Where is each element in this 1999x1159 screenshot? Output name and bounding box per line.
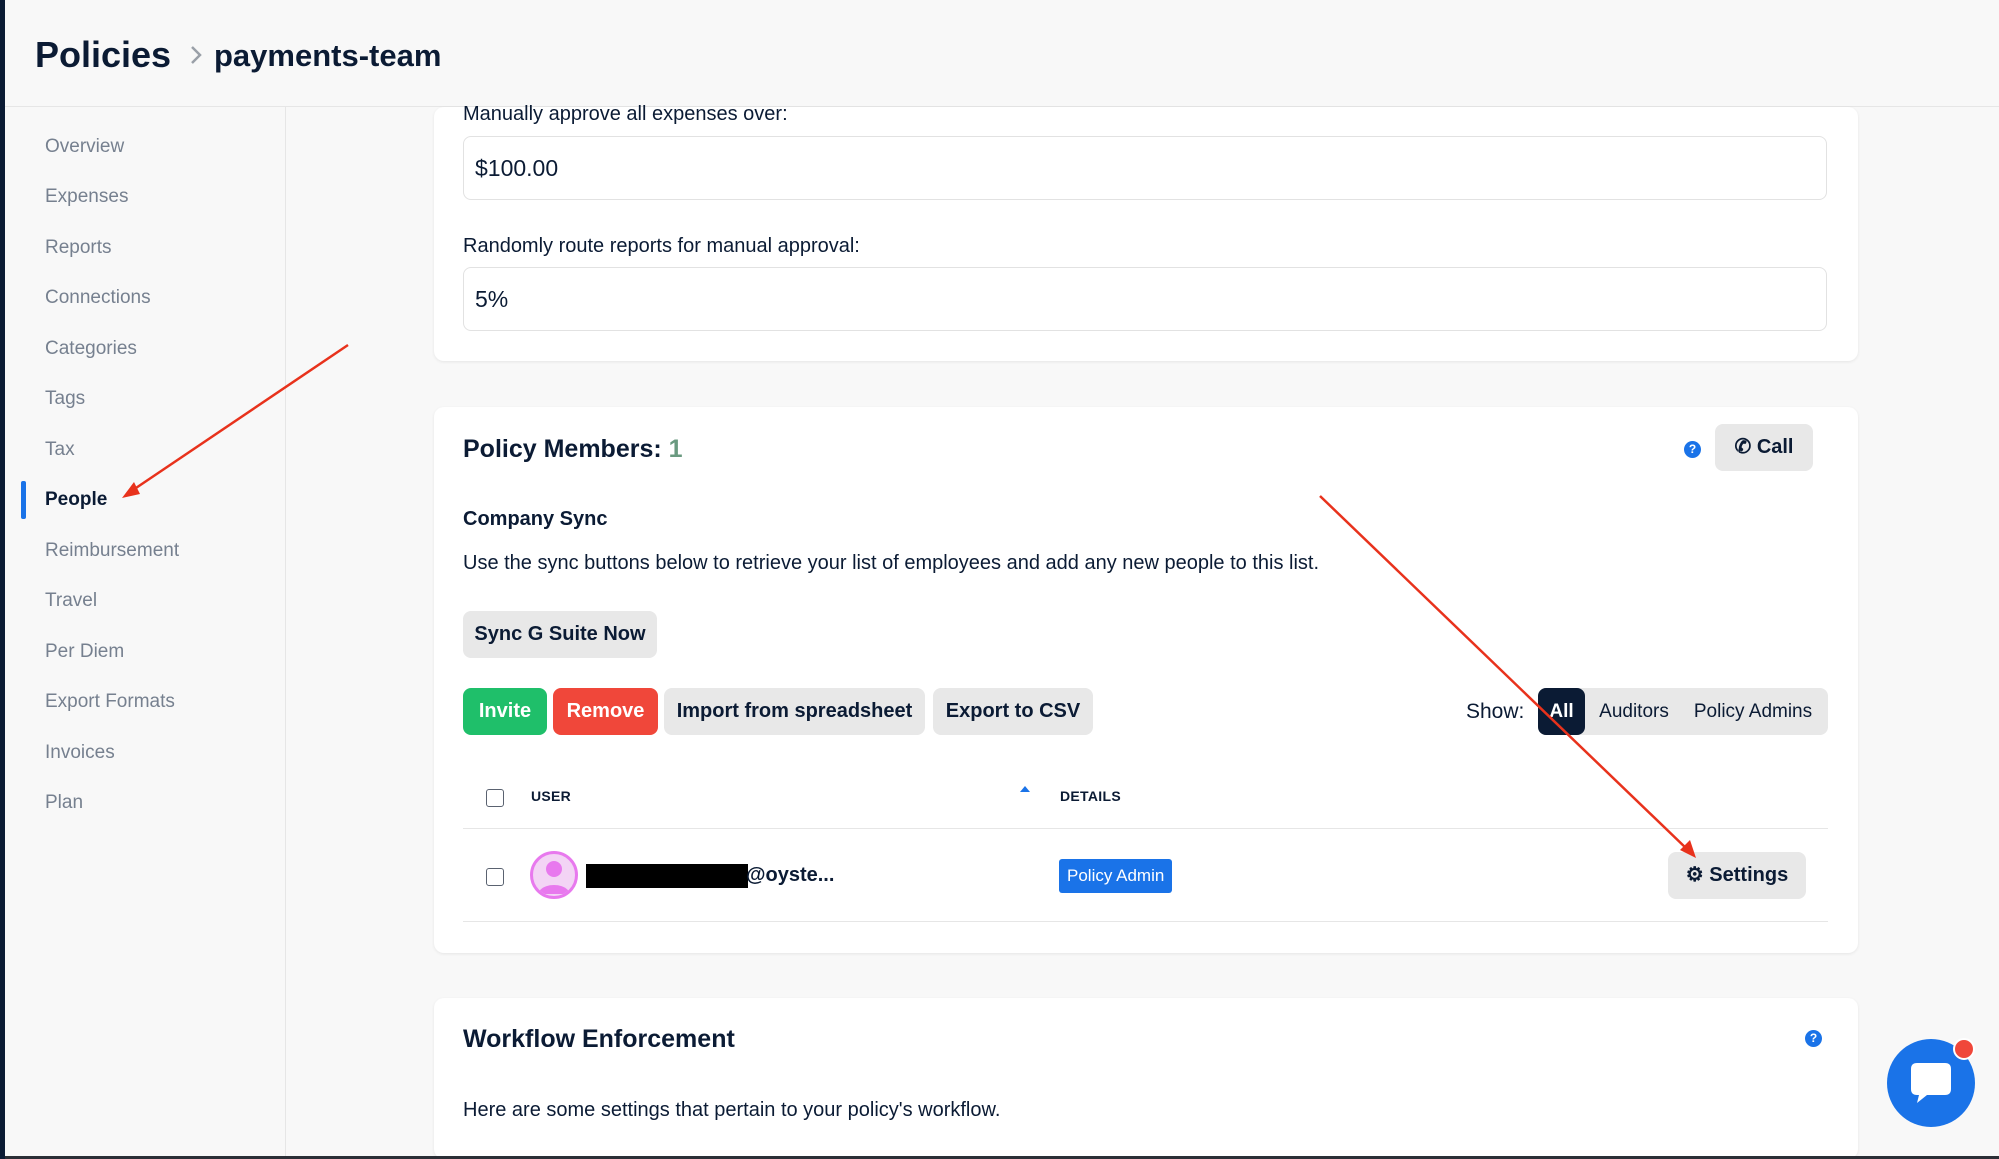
row-select-checkbox[interactable] (486, 868, 504, 886)
company-sync-title: Company Sync (463, 508, 608, 530)
export-csv-button[interactable]: Export to CSV (933, 688, 1093, 735)
remove-button[interactable]: Remove (553, 688, 658, 735)
role-badge: Policy Admin (1059, 859, 1173, 893)
filter-auditors[interactable]: Auditors (1590, 688, 1678, 735)
call-button[interactable]: ✆ Call (1715, 424, 1813, 471)
sidebar-item-tags[interactable]: Tags (45, 388, 85, 410)
policy-members-count: 1 (668, 435, 683, 463)
sidebar-item-overview[interactable]: Overview (45, 136, 124, 158)
sidebar (5, 107, 286, 1159)
company-sync-description: Use the sync buttons below to retrieve y… (463, 552, 1320, 574)
filter-all[interactable]: All (1538, 688, 1585, 735)
sync-gsuite-button[interactable]: Sync G Suite Now (463, 611, 657, 658)
breadcrumb-policy-name: payments-team (214, 38, 442, 73)
sidebar-item-invoices[interactable]: Invoices (45, 742, 115, 764)
sidebar-item-reports[interactable]: Reports (45, 237, 112, 259)
policy-members-title: Policy Members: 1 (463, 435, 683, 464)
filter-policy-admins[interactable]: Policy Admins (1683, 688, 1823, 735)
invite-button[interactable]: Invite (463, 688, 547, 735)
sidebar-item-categories[interactable]: Categories (45, 338, 137, 360)
active-nav-indicator (21, 481, 26, 519)
sidebar-item-plan[interactable]: Plan (45, 792, 83, 814)
member-settings-button[interactable]: ⚙ Settings (1668, 852, 1806, 899)
import-spreadsheet-button[interactable]: Import from spreadsheet (664, 688, 925, 735)
column-header-user[interactable]: USER (531, 788, 571, 804)
sidebar-item-connections[interactable]: Connections (45, 287, 151, 309)
manual-approve-amount-input[interactable]: $100.00 (463, 136, 1827, 200)
avatar (530, 851, 578, 899)
random-route-label: Randomly route reports for manual approv… (463, 235, 860, 257)
user-silhouette-icon (538, 861, 570, 894)
sidebar-item-travel[interactable]: Travel (45, 590, 97, 612)
breadcrumb-policies[interactable]: Policies (35, 34, 171, 76)
show-filter-label: Show: (1466, 700, 1525, 723)
gear-icon: ⚙ (1685, 864, 1704, 886)
table-header-divider (463, 828, 1828, 829)
sort-ascending-icon[interactable] (1020, 786, 1030, 792)
sidebar-item-per-diem[interactable]: Per Diem (45, 641, 124, 663)
column-header-details: DETAILS (1060, 788, 1121, 804)
workflow-enforcement-title: Workflow Enforcement (463, 1025, 735, 1053)
random-route-percent-input[interactable]: 5% (463, 267, 1827, 331)
redacted-name (586, 864, 748, 888)
workflow-description: Here are some settings that pertain to y… (463, 1099, 1001, 1121)
manual-approve-label: Manually approve all expenses over: (463, 103, 788, 125)
settings-button-label: Settings (1709, 864, 1789, 886)
call-button-label: Call (1756, 436, 1794, 458)
sidebar-item-reimbursement[interactable]: Reimbursement (45, 540, 179, 562)
help-icon[interactable]: ? (1684, 441, 1701, 458)
phone-icon: ✆ (1734, 436, 1752, 458)
notification-dot (1953, 1038, 1975, 1060)
sidebar-item-tax[interactable]: Tax (45, 439, 75, 461)
workflow-enforcement-card (434, 998, 1858, 1159)
table-row-divider (463, 921, 1828, 922)
chevron-right-icon (191, 46, 202, 64)
policy-members-label: Policy Members: (463, 435, 662, 463)
sidebar-item-people[interactable]: People (45, 489, 107, 511)
sidebar-item-export-formats[interactable]: Export Formats (45, 691, 175, 713)
member-filter-toggle: All Auditors Policy Admins (1538, 688, 1828, 735)
member-email[interactable]: @oyste... (746, 864, 834, 887)
sidebar-item-expenses[interactable]: Expenses (45, 186, 128, 208)
workflow-help-icon[interactable]: ? (1805, 1030, 1822, 1047)
select-all-checkbox[interactable] (486, 789, 504, 807)
page-header: Policies payments-team (5, 0, 1999, 107)
